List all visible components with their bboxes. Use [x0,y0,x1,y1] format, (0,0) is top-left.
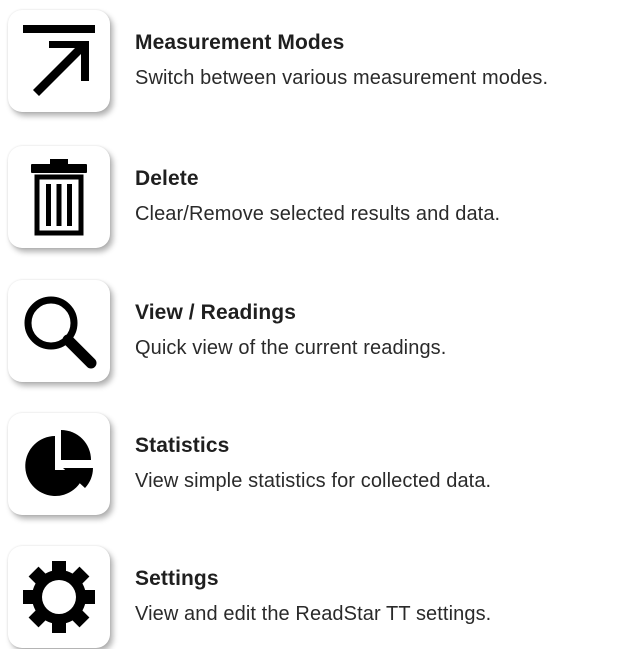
pie-chart-icon [25,430,93,496]
statistics-button[interactable] [8,413,110,515]
arrow-up-right-icon [23,25,95,96]
gear-icon [23,561,95,633]
item-title: Statistics [135,434,230,457]
item-title: Measurement Modes [135,31,345,54]
delete-button[interactable] [8,146,110,248]
view-readings-button[interactable] [8,280,110,382]
menu-item-delete: Delete Clear/Remove selected results and… [8,146,633,248]
item-title: Delete [135,167,199,190]
menu-item-view-readings: View / Readings Quick view of the curren… [8,280,633,382]
trash-icon [31,159,87,236]
item-title: Settings [135,567,219,590]
item-description: View and edit the ReadStar TT settings. [135,603,492,625]
item-description: View simple statistics for collected dat… [135,470,492,492]
menu-item-settings: Settings View and edit the ReadStar TT s… [8,546,633,648]
item-description: Quick view of the current readings. [135,337,447,359]
menu-item-statistics: Statistics View simple statistics for co… [8,413,633,515]
item-title: View / Readings [135,301,296,324]
menu-item-measurement-modes: Measurement Modes Switch between various… [8,10,633,112]
item-description: Switch between various measurement modes… [135,67,549,89]
item-description: Clear/Remove selected results and data. [135,203,501,225]
measurement-modes-button[interactable] [8,10,110,112]
magnifier-icon [24,296,97,369]
settings-button[interactable] [8,546,110,648]
